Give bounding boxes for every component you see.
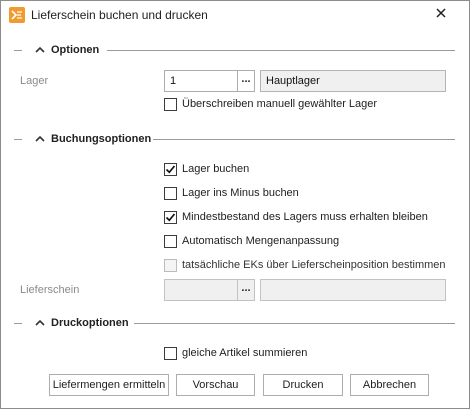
lager-minus-label: Lager ins Minus buchen [182,187,299,199]
lager-buchen-checkbox[interactable] [164,163,177,176]
lager-label: Lager [20,75,49,87]
section-divider [107,50,455,51]
eks-checkbox[interactable] [164,259,177,272]
lager-minus-checkbox[interactable] [164,187,177,200]
chevron-up-icon[interactable] [35,46,45,54]
checkmark-icon [165,165,176,174]
section-title-optionen: Optionen [51,44,100,56]
section-divider [14,139,22,140]
ueberschreiben-checkbox[interactable] [164,98,177,111]
section-divider [14,323,22,324]
gleiche-artikel-checkbox[interactable] [164,347,177,360]
eks-label: tatsächliche EKs über Lieferscheinpositi… [182,259,446,271]
lieferschein-label: Lieferschein [20,284,80,296]
lager-buchen-label: Lager buchen [182,163,250,175]
lieferschein-input[interactable] [164,279,238,301]
lieferschein-browse-button[interactable]: ... [237,279,255,301]
title-bar: Lieferschein buchen und drucken [1,1,469,29]
abbrechen-button[interactable]: Abbrechen [350,374,429,396]
mengenanpassung-checkbox[interactable] [164,235,177,248]
drucken-button[interactable]: Drucken [263,374,343,396]
vorschau-button[interactable]: Vorschau [176,374,255,396]
chevron-up-icon[interactable] [35,135,45,143]
lager-browse-button[interactable]: ... [237,70,255,92]
mindestbestand-checkbox[interactable] [164,211,177,224]
checkmark-icon [165,213,176,222]
gleiche-artikel-label: gleiche Artikel summieren [182,347,308,359]
close-icon [436,8,446,18]
close-button[interactable] [429,3,453,25]
liefermengen-ermitteln-button[interactable]: Liefermengen ermitteln [49,374,169,396]
dialog-window: Lieferschein buchen und drucken Optionen… [0,0,470,409]
section-title-buchungsoptionen: Buchungsoptionen [51,133,152,145]
window-title: Lieferschein buchen und drucken [31,8,208,22]
chevron-up-icon[interactable] [35,319,45,327]
mindestbestand-label: Mindestbestand des Lagers muss erhalten … [182,211,428,223]
app-icon [9,7,25,23]
mengenanpassung-label: Automatisch Mengenanpassung [182,235,340,247]
ueberschreiben-label: Überschreiben manuell gewählter Lager [182,98,378,110]
lager-name-field: Hauptlager [260,70,446,92]
section-divider [14,50,22,51]
section-divider [153,139,455,140]
lager-input[interactable]: 1 [164,70,238,92]
section-divider [134,323,455,324]
lieferschein-name-field [260,279,446,301]
section-title-druckoptionen: Druckoptionen [51,317,129,329]
